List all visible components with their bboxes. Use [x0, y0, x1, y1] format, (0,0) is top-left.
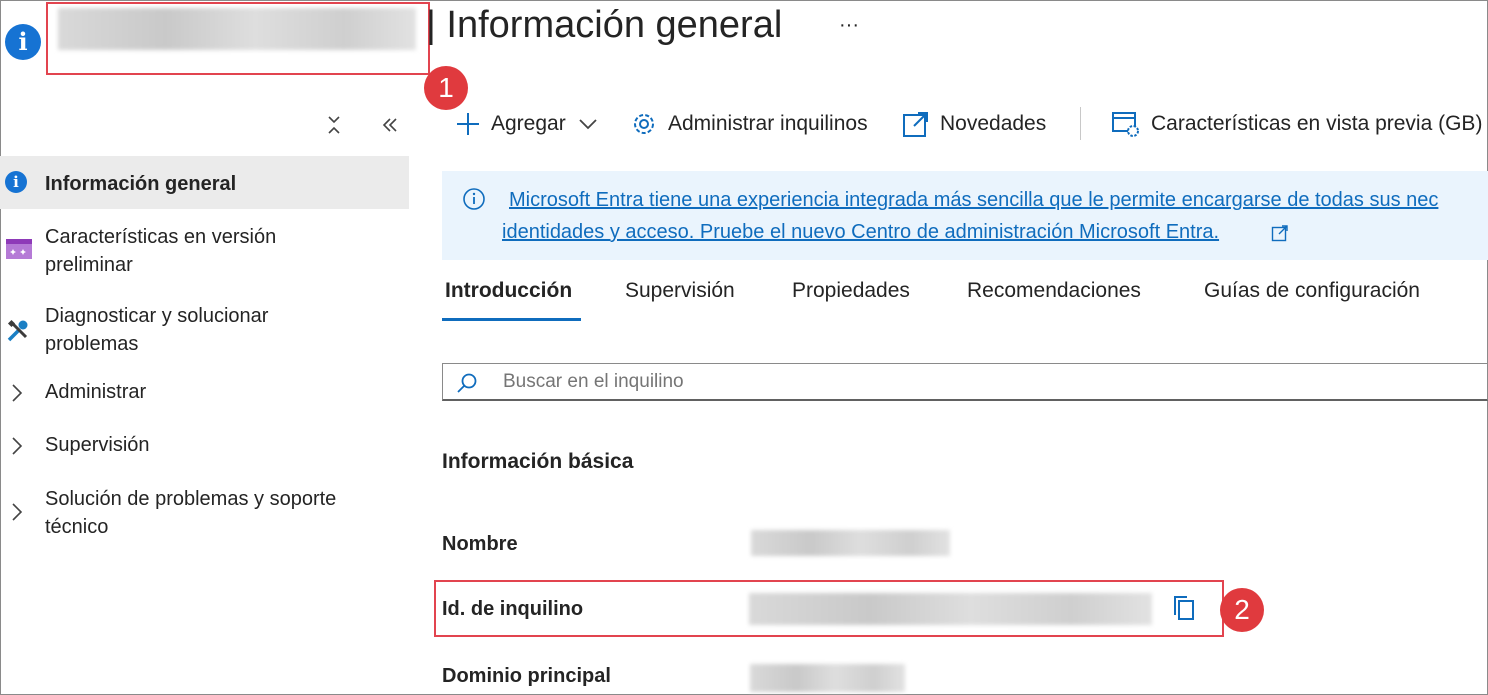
- search-input[interactable]: [501, 369, 1405, 395]
- field-label-primary-domain: Dominio principal: [442, 665, 611, 687]
- wrench-screwdriver-icon: [7, 319, 28, 342]
- collapse-panel-button[interactable]: [380, 114, 400, 141]
- collapse-icon: [328, 116, 340, 134]
- sidebar-item-diagnose[interactable]: Diagnosticar y solucionar problemas: [0, 302, 409, 360]
- sidebar-item-manage[interactable]: Administrar: [0, 378, 409, 408]
- highlight-box-directory-name: [46, 2, 430, 75]
- sidebar-item-label: Características en versión preliminar: [45, 226, 277, 276]
- section-heading-basic-info: Información básica: [442, 450, 634, 473]
- manage-tenants-button[interactable]: Administrar inquilinos: [630, 106, 868, 142]
- sidebar-item-label: Diagnosticar y solucionar problemas: [45, 305, 269, 355]
- info-icon: i: [5, 171, 27, 193]
- whats-new-button[interactable]: Novedades: [902, 106, 1046, 142]
- chevron-right-icon: [12, 384, 23, 402]
- page-title: | Información general: [426, 4, 783, 46]
- entra-admin-center-link-line2[interactable]: identidades y acceso. Pruebe el nuevo Ce…: [502, 221, 1219, 244]
- toolbar-divider: [1080, 107, 1081, 140]
- info-icon: i: [5, 24, 41, 60]
- info-circle-icon: [463, 188, 485, 210]
- entra-admin-center-link[interactable]: Microsoft Entra tiene una experiencia in…: [509, 189, 1438, 212]
- info-banner: Microsoft Entra tiene una experiencia in…: [442, 171, 1488, 260]
- search-icon: [457, 373, 477, 393]
- tab-monitoring[interactable]: Supervisión: [625, 279, 735, 303]
- chevron-right-icon: [12, 503, 23, 521]
- field-label-name: Nombre: [442, 533, 518, 555]
- plus-icon: [457, 113, 479, 135]
- sidebar-item-troubleshooting[interactable]: Solución de problemas y soporte técnico: [0, 485, 409, 543]
- sidebar-item-label: Solución de problemas y soporte técnico: [45, 488, 337, 538]
- sidebar-item-monitoring[interactable]: Supervisión: [0, 431, 409, 461]
- collapse-all-button[interactable]: [324, 114, 344, 141]
- redacted-primary-domain-value: [750, 664, 905, 692]
- tab-properties[interactable]: Propiedades: [792, 279, 910, 303]
- highlight-box-tenant-id: [434, 580, 1224, 637]
- tab-setup-guides[interactable]: Guías de configuración: [1204, 279, 1420, 303]
- tab-recommendations[interactable]: Recomendaciones: [967, 279, 1141, 303]
- preview-features-icon: [6, 239, 32, 259]
- chevron-right-icon: [12, 437, 23, 455]
- sidebar-item-label: Administrar: [45, 381, 147, 403]
- external-link-icon: [903, 112, 928, 137]
- preview-features-button[interactable]: Características en vista previa (GB): [1111, 106, 1482, 142]
- callout-1: 1: [424, 66, 468, 110]
- redacted-name-value: [751, 530, 950, 556]
- tab-introduction[interactable]: Introducción: [445, 279, 572, 303]
- tab-selected-indicator: [442, 318, 581, 321]
- sidebar-item-label: Información general: [45, 173, 237, 195]
- gear-icon: [634, 114, 654, 134]
- callout-2: 2: [1220, 588, 1264, 632]
- add-button[interactable]: Agregar: [455, 106, 608, 142]
- preview-window-gear-icon: [1112, 112, 1139, 137]
- sidebar-item-preview-features[interactable]: Características en versión preliminar: [0, 223, 409, 281]
- double-chevron-left-icon: [382, 118, 397, 132]
- external-link-icon: [1271, 225, 1288, 242]
- more-options-button[interactable]: ···: [839, 14, 859, 37]
- sidebar-item-label: Supervisión: [45, 434, 150, 456]
- search-box[interactable]: [442, 363, 1488, 401]
- chevron-down-icon: [579, 119, 597, 130]
- sidebar-item-overview[interactable]: i Información general: [0, 156, 409, 209]
